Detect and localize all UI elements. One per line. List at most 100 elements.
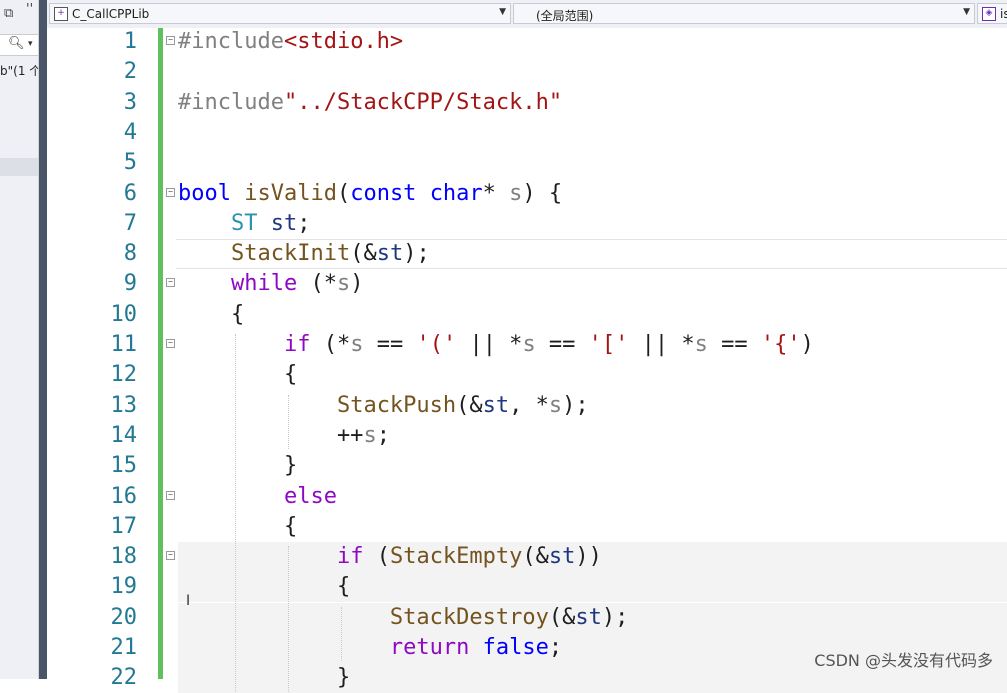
code-line[interactable]: 11 − if (*s == '(' || *s == '[' || *s == … xyxy=(47,330,1007,360)
code-token: ; xyxy=(297,210,311,236)
code-line[interactable]: 13 StackPush(&st, *s); xyxy=(47,391,1007,421)
line-number: 2 xyxy=(123,59,137,85)
code-text[interactable]: { xyxy=(178,512,297,542)
code-token: "../StackCPP/Stack.h" xyxy=(283,89,563,115)
code-token: '{' xyxy=(760,332,801,357)
code-token: * xyxy=(482,180,510,206)
restore-window-icon[interactable]: ⧉ xyxy=(4,6,13,21)
search-dropdown-icon[interactable]: ▾ xyxy=(28,39,33,49)
code-token: #include xyxy=(178,89,284,115)
code-text[interactable]: #include"../StackCPP/Stack.h" xyxy=(178,88,562,118)
code-token: ); xyxy=(562,392,589,418)
solution-search-bar[interactable]: 🔍︎ ▾ xyxy=(0,34,38,56)
code-token: , * xyxy=(509,392,549,418)
line-number: 3 xyxy=(123,89,137,115)
scope-dropdown[interactable]: (全局范围) ▼ xyxy=(513,3,975,24)
member-icon: ◈ xyxy=(982,7,996,21)
collapse-icon[interactable]: − xyxy=(166,36,175,45)
code-line[interactable]: 10 { xyxy=(47,300,1007,330)
code-text[interactable]: else xyxy=(178,482,337,512)
code-token: StackDestroy xyxy=(389,604,549,630)
code-token: (* xyxy=(297,271,337,297)
code-token: st xyxy=(482,392,510,418)
line-number: 4 xyxy=(123,119,137,145)
code-line[interactable]: 12 { xyxy=(47,360,1007,390)
code-line[interactable]: 18 − if (StackEmpty(&st)) xyxy=(47,542,1007,573)
code-token: else xyxy=(283,483,337,509)
code-text[interactable]: while (*s) xyxy=(178,269,363,299)
code-token: st xyxy=(376,241,404,267)
collapse-icon[interactable]: − xyxy=(166,187,175,197)
collapse-icon[interactable]: − xyxy=(166,551,175,561)
code-text[interactable]: { xyxy=(178,360,297,390)
chevron-down-icon[interactable]: ▼ xyxy=(499,7,506,17)
panel-top-label: '' xyxy=(26,2,34,17)
code-token: ) { xyxy=(522,180,563,206)
collapse-icon[interactable]: − xyxy=(166,339,175,348)
code-token: st xyxy=(270,210,298,236)
code-text[interactable]: } xyxy=(178,451,297,481)
indent-guide xyxy=(288,546,289,692)
code-token: ST xyxy=(230,210,258,236)
line-number: 14 xyxy=(110,422,138,448)
selected-tree-item[interactable] xyxy=(0,158,38,176)
code-token: s xyxy=(336,271,351,297)
chevron-down-icon[interactable]: ▼ xyxy=(963,7,970,17)
collapse-icon[interactable]: − xyxy=(166,490,175,500)
search-icon[interactable]: 🔍︎ xyxy=(8,36,25,51)
code-token: (& xyxy=(548,604,576,630)
code-text[interactable]: ST st; xyxy=(178,209,311,239)
code-line[interactable]: 17 { xyxy=(47,512,1007,542)
code-editor[interactable]: 1− #include<stdio.h> 2 3 #include"../StackCP… xyxy=(47,27,1007,693)
indent-guide xyxy=(288,394,289,450)
line-number: 10 xyxy=(110,301,138,327)
code-line[interactable]: 2 xyxy=(47,57,1007,87)
code-token: ); xyxy=(601,604,629,630)
code-line[interactable]: 8 StackInit(&st); xyxy=(47,239,1007,270)
code-token: ) xyxy=(800,332,814,357)
code-token: s xyxy=(363,422,377,448)
scope-dropdown-label: (全局范围) xyxy=(536,9,594,23)
code-line[interactable]: 5 xyxy=(47,148,1007,178)
code-text[interactable]: StackPush(&st, *s); xyxy=(178,391,589,421)
code-line[interactable]: 4 xyxy=(47,118,1007,148)
code-token: bool xyxy=(178,180,231,206)
code-text[interactable]: StackInit(&st); xyxy=(178,239,430,269)
code-token: if xyxy=(336,544,364,570)
collapse-icon[interactable]: − xyxy=(166,278,175,288)
line-number: 6 xyxy=(123,180,137,206)
code-token: StackPush xyxy=(336,392,457,418)
code-line[interactable]: 19 { xyxy=(47,572,1007,603)
code-line[interactable]: 9 − while (*s) xyxy=(47,269,1007,299)
line-number: 17 xyxy=(110,513,138,539)
code-line[interactable]: 7 ST st; xyxy=(47,209,1007,239)
code-token: '[' xyxy=(588,332,629,357)
code-text[interactable]: if (*s == '(' || *s == '[' || *s == '{') xyxy=(178,330,814,360)
code-text[interactable]: #include<stdio.h> xyxy=(178,27,403,57)
code-line[interactable]: 1 − #include<stdio.h> xyxy=(47,27,1007,57)
code-token: ( xyxy=(336,180,351,206)
code-line[interactable]: 16 − else xyxy=(47,482,1007,512)
navigation-bar: + C_CallCPPLib ▼ (全局范围) ▼ ◈ is xyxy=(47,0,1007,29)
line-number: 15 xyxy=(110,453,138,479)
code-text[interactable]: if (StackEmpty(&st)) xyxy=(178,542,602,572)
code-text[interactable]: { xyxy=(178,300,244,330)
code-text[interactable]: { xyxy=(178,572,350,602)
code-line[interactable]: 6 − bool isValid(const char* s) { xyxy=(47,179,1007,209)
code-text[interactable]: ++s; xyxy=(178,421,390,451)
code-line[interactable]: 15 } xyxy=(47,451,1007,481)
code-text[interactable]: StackDestroy(&st); xyxy=(178,603,628,633)
code-line[interactable]: 20 StackDestroy(&st); xyxy=(47,602,1007,633)
code-line[interactable]: 14 ++s; xyxy=(47,421,1007,451)
member-dropdown[interactable]: ◈ is xyxy=(977,3,1007,24)
line-number: 7 xyxy=(123,210,137,236)
code-line[interactable]: 3 #include"../StackCPP/Stack.h" xyxy=(47,88,1007,118)
code-text[interactable]: bool isValid(const char* s) { xyxy=(178,179,562,209)
code-text[interactable]: } xyxy=(178,663,350,693)
panel-splitter[interactable] xyxy=(39,0,47,679)
code-token: )) xyxy=(575,544,602,570)
project-dropdown[interactable]: + C_CallCPPLib ▼ xyxy=(49,3,511,24)
